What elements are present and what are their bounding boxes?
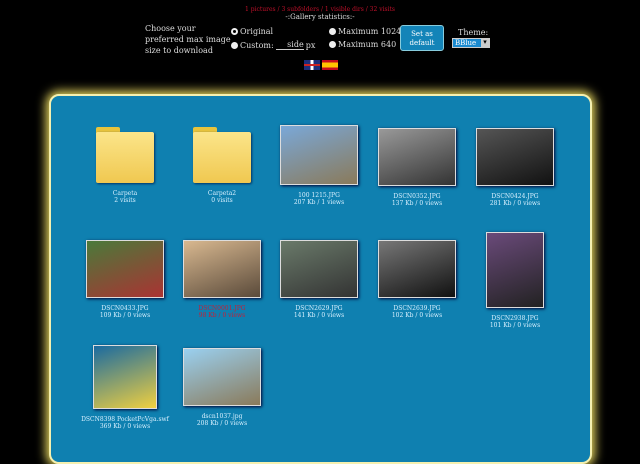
english-flag-icon[interactable]: [304, 60, 320, 70]
image-thumbnail[interactable]: [280, 240, 358, 298]
set-default-button[interactable]: Set as default: [400, 25, 444, 51]
gallery-stats-summary: 1 pictures / 3 subfolders / 1 visible di…: [244, 6, 396, 13]
folder-icon[interactable]: [96, 127, 154, 183]
radio-max1024[interactable]: [329, 28, 336, 35]
option-custom-label: Custom:: [240, 40, 274, 50]
item-info: 207 Kb / 1 views: [293, 199, 345, 206]
radio-custom[interactable]: [231, 41, 238, 49]
image-thumbnail[interactable]: [86, 240, 164, 298]
item-caption: DSCN2938.JPG 101 Kb / 0 views: [465, 315, 565, 329]
gallery-statistics-link[interactable]: -:Gallery statistics:-: [0, 13, 640, 21]
item-caption: Carpeta 2 visits: [75, 190, 175, 204]
item-name[interactable]: DSCN2639.JPG: [367, 305, 467, 312]
custom-unit: px: [305, 40, 316, 50]
option-max1024-label: Maximum 1024: [338, 27, 402, 36]
option-original[interactable]: Original: [231, 27, 273, 36]
item-caption: DSCN8398 PocketPcVga.swf 369 Kb / 0 views: [75, 416, 175, 430]
image-item[interactable]: DSCN0352.JPG 137 Kb / 0 views: [367, 128, 467, 207]
item-name[interactable]: DSCN0433.JPG: [75, 305, 175, 312]
image-thumbnail[interactable]: [378, 128, 456, 186]
item-name[interactable]: DSCN2938.JPG: [465, 315, 565, 322]
item-name[interactable]: DSCN0352.JPG: [367, 193, 467, 200]
folder-item[interactable]: Carpeta2 0 visits: [172, 127, 272, 204]
item-name[interactable]: DSCN2629.JPG: [269, 305, 369, 312]
image-item[interactable]: 100 1215.JPG 207 Kb / 1 views: [269, 125, 369, 206]
image-item[interactable]: dscn1037.jpg 208 Kb / 0 views: [172, 348, 272, 427]
item-name[interactable]: 100 1215.JPG: [269, 192, 369, 199]
image-thumbnail[interactable]: [183, 348, 261, 406]
custom-size-input[interactable]: side: [275, 40, 304, 50]
radio-max640[interactable]: [329, 41, 336, 48]
spanish-flag-icon[interactable]: [322, 60, 338, 70]
option-custom[interactable]: Custom: side px: [231, 40, 315, 50]
item-info: 109 Kb / 0 views: [99, 312, 151, 319]
theme-select[interactable]: BBlue: [452, 38, 490, 48]
item-name[interactable]: Carpeta: [75, 190, 175, 197]
option-max640[interactable]: Maximum 640: [329, 40, 396, 49]
image-item[interactable]: DSCN0433.JPG 109 Kb / 0 views: [75, 240, 175, 319]
option-original-label: Original: [240, 27, 274, 36]
option-max1024[interactable]: Maximum 1024: [329, 27, 401, 36]
folder-icon[interactable]: [193, 127, 251, 183]
image-item[interactable]: DSCN0424.JPG 281 Kb / 0 views: [465, 128, 565, 207]
image-thumbnail[interactable]: [93, 345, 157, 409]
image-thumbnail[interactable]: [486, 232, 544, 308]
folder-item[interactable]: Carpeta 2 visits: [75, 127, 175, 204]
item-caption: DSCN0352.JPG 137 Kb / 0 views: [367, 193, 467, 207]
item-info: 0 visits: [211, 197, 233, 204]
item-name[interactable]: DSCN0001.JPG: [172, 305, 272, 312]
item-caption: DSCN0001.JPG 98 Kb / 0 views: [172, 305, 272, 319]
theme-label: Theme:: [458, 28, 489, 37]
item-name[interactable]: Carpeta2: [172, 190, 272, 197]
image-thumbnail[interactable]: [378, 240, 456, 298]
image-item[interactable]: DSCN2639.JPG 102 Kb / 0 views: [367, 240, 467, 319]
item-name[interactable]: DSCN8398 PocketPcVga.swf: [75, 416, 175, 423]
image-thumbnail[interactable]: [183, 240, 261, 298]
item-caption: DSCN2639.JPG 102 Kb / 0 views: [367, 305, 467, 319]
item-caption: DSCN0433.JPG 109 Kb / 0 views: [75, 305, 175, 319]
item-info: 98 Kb / 0 views: [198, 312, 246, 319]
radio-original[interactable]: [231, 28, 238, 35]
image-thumbnail[interactable]: [476, 128, 554, 186]
item-info: 137 Kb / 0 views: [391, 200, 443, 207]
item-info: 141 Kb / 0 views: [293, 312, 345, 319]
item-caption: DSCN0424.JPG 281 Kb / 0 views: [465, 193, 565, 207]
option-max640-label: Maximum 640: [338, 40, 397, 49]
item-info: 208 Kb / 0 views: [196, 420, 248, 427]
image-item[interactable]: DSCN2629.JPG 141 Kb / 0 views: [269, 240, 369, 319]
item-caption: 100 1215.JPG 207 Kb / 1 views: [269, 192, 369, 206]
item-caption: DSCN2629.JPG 141 Kb / 0 views: [269, 305, 369, 319]
image-size-label: Choose your preferred max image size to …: [145, 24, 231, 55]
item-caption: dscn1037.jpg 208 Kb / 0 views: [172, 413, 272, 427]
item-info: 2 visits: [114, 197, 136, 204]
item-info: 101 Kb / 0 views: [489, 322, 541, 329]
item-info: 369 Kb / 0 views: [99, 423, 151, 430]
image-item[interactable]: DSCN0001.JPG 98 Kb / 0 views: [172, 240, 272, 319]
item-name[interactable]: dscn1037.jpg: [172, 413, 272, 420]
item-name[interactable]: DSCN0424.JPG: [465, 193, 565, 200]
image-item[interactable]: DSCN8398 PocketPcVga.swf 369 Kb / 0 views: [75, 345, 175, 430]
image-thumbnail[interactable]: [280, 125, 358, 185]
image-item[interactable]: DSCN2938.JPG 101 Kb / 0 views: [465, 232, 565, 329]
item-info: 102 Kb / 0 views: [391, 312, 443, 319]
item-caption: Carpeta2 0 visits: [172, 190, 272, 204]
item-info: 281 Kb / 0 views: [489, 200, 541, 207]
